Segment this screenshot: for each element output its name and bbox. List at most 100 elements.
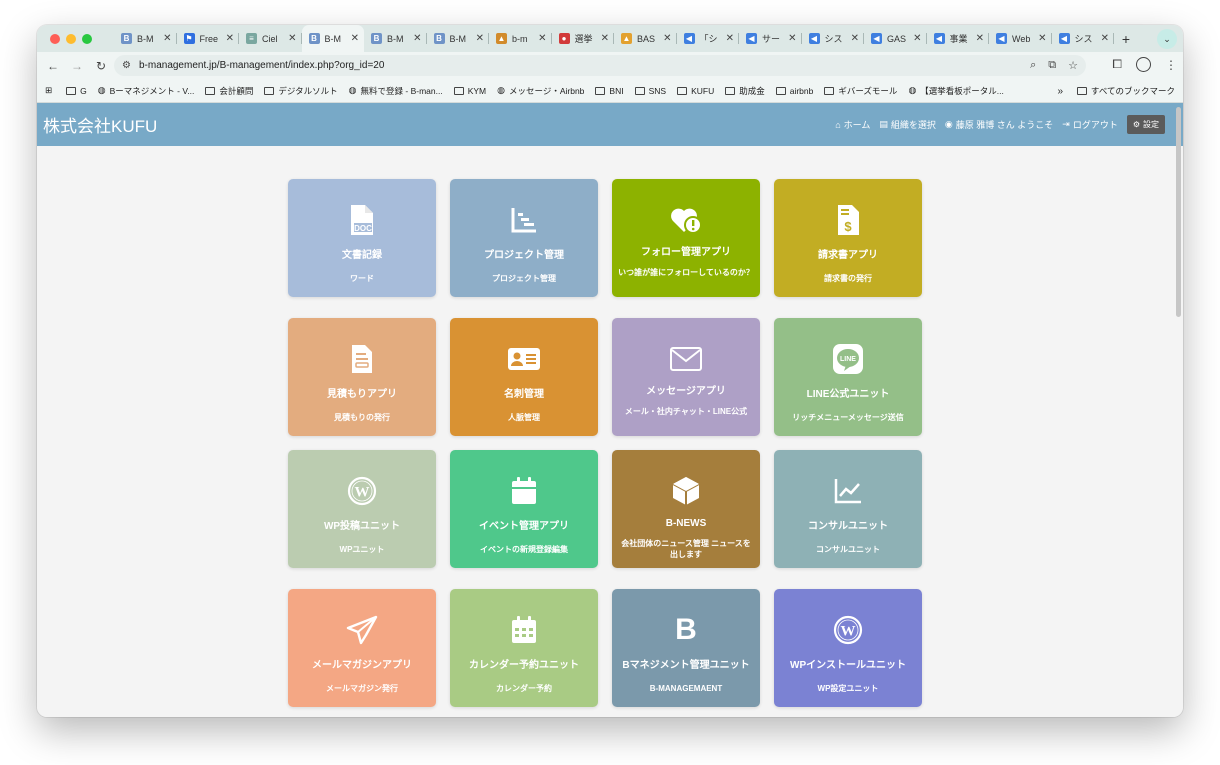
tab-close-icon[interactable]: ✕: [726, 33, 734, 44]
browser-tab[interactable]: ◀ サー ✕: [739, 25, 802, 52]
user-greeting-label: 藤原 雅博 さん ようこそ: [955, 120, 1054, 130]
select-org-link[interactable]: ▤ 組織を選択: [879, 118, 936, 131]
tab-close-icon[interactable]: ✕: [976, 33, 984, 44]
bookmarks-overflow-button[interactable]: »: [1057, 79, 1063, 103]
bookmark-folder[interactable]: ギバーズモール: [824, 85, 897, 97]
browser-tab[interactable]: ▲ BAS ✕: [614, 25, 677, 52]
company-name[interactable]: 株式会社KUFU: [43, 112, 157, 137]
new-tab-button[interactable]: +: [1116, 31, 1136, 47]
bookmark-folder[interactable]: G: [66, 85, 87, 97]
tab-title: Web: [1012, 33, 1031, 44]
browser-tab[interactable]: ⚑ Free ✕: [177, 25, 240, 52]
bookmark-folder[interactable]: SNS: [634, 85, 666, 97]
browser-menu-icon[interactable]: ⋮: [1165, 58, 1177, 72]
bookmark-folder[interactable]: デジタルソルト: [264, 85, 338, 97]
all-bookmarks-button[interactable]: すべてのブックマーク: [1076, 79, 1175, 103]
tab-close-icon[interactable]: ✕: [788, 33, 796, 44]
bookmark-folder[interactable]: KYM: [453, 85, 486, 97]
app-card[interactable]: コンサルユニット コンサルユニット: [774, 450, 922, 568]
tab-close-icon[interactable]: ✕: [413, 33, 421, 44]
browser-tab[interactable]: ◀ シス ✕: [1052, 25, 1115, 52]
app-card[interactable]: W WPインストールユニット WP設定ユニット: [774, 589, 922, 707]
back-icon[interactable]: ←: [41, 59, 65, 73]
tab-close-icon[interactable]: ✕: [163, 33, 171, 44]
browser-tab[interactable]: ● 選挙 ✕: [552, 25, 615, 52]
extensions-icon[interactable]: ⧠: [1112, 57, 1122, 72]
install-app-icon[interactable]: ⧉: [1048, 59, 1056, 72]
tab-close-icon[interactable]: ✕: [1101, 33, 1109, 44]
bookmark-folder[interactable]: airbnb: [775, 85, 813, 97]
app-card[interactable]: カレンダー予約ユニット カレンダー予約: [450, 589, 598, 707]
browser-tab[interactable]: ◀ GAS ✕: [864, 25, 927, 52]
tab-close-icon[interactable]: ✕: [351, 33, 359, 44]
tab-search-icon[interactable]: ⌄: [1157, 29, 1177, 49]
settings-button[interactable]: ⚙ 設定: [1126, 115, 1165, 134]
browser-tab[interactable]: ◀ 事業 ✕: [927, 25, 990, 52]
app-card[interactable]: プロジェクト管理 プロジェクト管理: [450, 179, 598, 297]
tab-strip: B B-M ✕ ⚑ Free ✕ ≡ Ciel ✕ B B-M ✕ B B-M ✕ B B-M ✕ ▲ b-m ✕ ● 選挙…: [37, 25, 1183, 52]
bookmark-folder[interactable]: KUFU: [677, 85, 714, 97]
app-card[interactable]: W WP投稿ユニット WPユニット: [288, 450, 436, 568]
app-header: 株式会社KUFU ⌂ ホーム ▤ 組織を選択 ◉ 藤原 雅博 さん ようこそ ⇥…: [37, 103, 1183, 146]
bookmark-item[interactable]: ◍ 無料で登録 - B-man...: [349, 85, 443, 97]
browser-tab[interactable]: B B-M ✕: [301, 25, 364, 52]
page-scrollbar[interactable]: [1176, 107, 1181, 317]
gear-icon: ⚙: [1132, 120, 1140, 129]
app-card[interactable]: $ 請求書アプリ 請求書の発行: [774, 179, 922, 297]
tab-close-icon[interactable]: ✕: [601, 33, 609, 44]
app-card[interactable]: DOC 文書記録 ワード: [288, 179, 436, 297]
browser-tab[interactable]: ◀ シス ✕: [802, 25, 865, 52]
tab-close-icon[interactable]: ✕: [226, 33, 234, 44]
close-window-button[interactable]: [50, 33, 60, 44]
app-card[interactable]: メッセージアプリ メール・社内チャット・LINE公式: [612, 318, 760, 436]
app-card[interactable]: LINE LINE公式ユニット リッチメニューメッセージ送信: [774, 318, 922, 436]
logout-link[interactable]: ⇥ ログアウト: [1062, 118, 1118, 131]
app-card[interactable]: B-NEWS 会社団体のニュース管理 ニュースを出します: [612, 450, 760, 568]
app-card[interactable]: 見積もりアプリ 見積もりの発行: [288, 318, 436, 436]
browser-tab[interactable]: B B-M ✕: [364, 25, 427, 52]
address-bar[interactable]: ⚙ b-management.jp/B-management/index.php…: [114, 55, 1086, 76]
all-bookmarks-label: すべてのブックマーク: [1090, 86, 1175, 96]
browser-tab[interactable]: ▲ b-m ✕: [489, 25, 552, 52]
browser-tab[interactable]: ◀ Web ✕: [989, 25, 1052, 52]
app-card-subtitle: 請求書の発行: [824, 274, 872, 283]
profile-avatar-icon[interactable]: [1136, 57, 1151, 72]
reload-icon[interactable]: ↻: [89, 59, 113, 73]
bookmark-item[interactable]: ◍ メッセージ・Airbnb: [497, 85, 584, 97]
folder-icon: [634, 86, 645, 95]
app-card[interactable]: B Bマネジメント管理ユニット B-MANAGEMAENT: [612, 589, 760, 707]
tab-close-icon[interactable]: ✕: [913, 33, 921, 44]
folder-icon: [453, 86, 464, 95]
browser-tab[interactable]: ≡ Ciel ✕: [239, 25, 302, 52]
bookmark-folder[interactable]: 助成金: [725, 85, 765, 97]
home-link[interactable]: ⌂ ホーム: [835, 118, 870, 131]
bookmark-folder[interactable]: BNI: [595, 85, 624, 97]
tab-close-icon[interactable]: ✕: [1038, 33, 1046, 44]
tab-favicon-icon: ▲: [496, 33, 507, 44]
apps-grid-icon[interactable]: ⊞: [45, 85, 52, 96]
tab-close-icon[interactable]: ✕: [851, 33, 859, 44]
bookmark-item[interactable]: ◍ Bーマネジメント - V...: [98, 85, 195, 97]
bookmark-star-icon[interactable]: ☆: [1068, 59, 1078, 72]
browser-tab[interactable]: B B-M ✕: [427, 25, 490, 52]
app-card[interactable]: フォロー管理アプリ いつ誰が誰にフォローしているのか？: [612, 179, 760, 297]
browser-tab[interactable]: ◀ 「シ ✕: [677, 25, 740, 52]
tab-close-icon[interactable]: ✕: [288, 33, 296, 44]
app-card[interactable]: 名刺管理 人脈管理: [450, 318, 598, 436]
tab-close-icon[interactable]: ✕: [538, 33, 546, 44]
folder-icon: [677, 86, 688, 95]
tab-close-icon[interactable]: ✕: [476, 33, 484, 44]
zoom-window-button[interactable]: [82, 33, 92, 44]
browser-tab[interactable]: B B-M ✕: [114, 25, 177, 52]
site-info-icon[interactable]: ⚙: [122, 60, 131, 71]
bookmark-folder[interactable]: 会計顧問: [205, 85, 253, 97]
app-card[interactable]: メールマガジンアプリ メールマガジン発行: [288, 589, 436, 707]
user-greeting[interactable]: ◉ 藤原 雅博 さん ようこそ: [945, 118, 1053, 131]
minimize-window-button[interactable]: [66, 33, 76, 44]
app-card-title: WP投稿ユニット: [323, 521, 401, 532]
tab-close-icon[interactable]: ✕: [663, 33, 671, 44]
zoom-icon[interactable]: ⌕: [1030, 59, 1036, 72]
forward-icon[interactable]: →: [65, 59, 89, 73]
app-card[interactable]: イベント管理アプリ イベントの新規登録編集: [450, 450, 598, 568]
bookmark-item[interactable]: ◍ 【選挙看板ポータル...: [908, 85, 1003, 97]
